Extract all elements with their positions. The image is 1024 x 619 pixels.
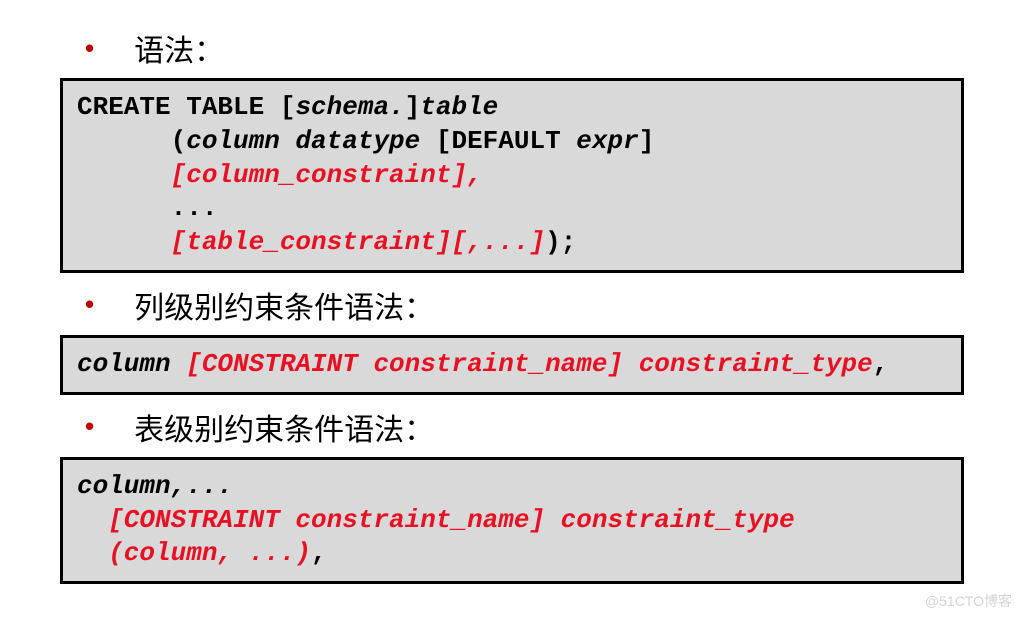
- code-text: CREATE TABLE [: [77, 92, 295, 122]
- table-level-label: 表级别约束条件语法：: [134, 405, 434, 449]
- code-text-red: (column, ...): [77, 538, 311, 568]
- bullet-icon: •: [85, 33, 94, 64]
- code-text: (: [77, 126, 186, 156]
- code-text: column,...: [77, 471, 233, 501]
- code-text-red: [CONSTRAINT constraint_name] constraint_…: [186, 349, 873, 379]
- table-level-code-box: column,... [CONSTRAINT constraint_name] …: [60, 457, 964, 584]
- code-text: );: [545, 227, 576, 257]
- code-text: ]: [405, 92, 421, 122]
- code-text-red: [table_constraint][,...]: [77, 227, 545, 257]
- code-text-red: [column_constraint],: [77, 160, 483, 190]
- watermark: @51CTO博客: [925, 591, 1012, 611]
- code-text: [DEFAULT: [436, 126, 576, 156]
- code-text: table: [420, 92, 498, 122]
- code-text: expr: [576, 126, 638, 156]
- column-level-heading: • 列级别约束条件语法：: [30, 283, 994, 327]
- syntax-label: 语法：: [134, 26, 224, 70]
- bullet-icon: •: [85, 289, 94, 320]
- column-level-label: 列级别约束条件语法：: [134, 283, 434, 327]
- code-text: column datatype: [186, 126, 436, 156]
- syntax-code-box: CREATE TABLE [schema.]table (column data…: [60, 78, 964, 273]
- code-text: ,: [873, 349, 889, 379]
- table-level-heading: • 表级别约束条件语法：: [30, 405, 994, 449]
- code-text: column: [77, 349, 186, 379]
- code-text-red: [CONSTRAINT constraint_name] constraint_…: [77, 505, 795, 535]
- code-text: ]: [639, 126, 655, 156]
- syntax-heading: • 语法：: [30, 26, 994, 70]
- bullet-icon: •: [85, 411, 94, 442]
- code-text: ...: [77, 193, 217, 223]
- code-text: schema.: [295, 92, 404, 122]
- code-text: ,: [311, 538, 327, 568]
- column-level-code-box: column [CONSTRAINT constraint_name] cons…: [60, 335, 964, 395]
